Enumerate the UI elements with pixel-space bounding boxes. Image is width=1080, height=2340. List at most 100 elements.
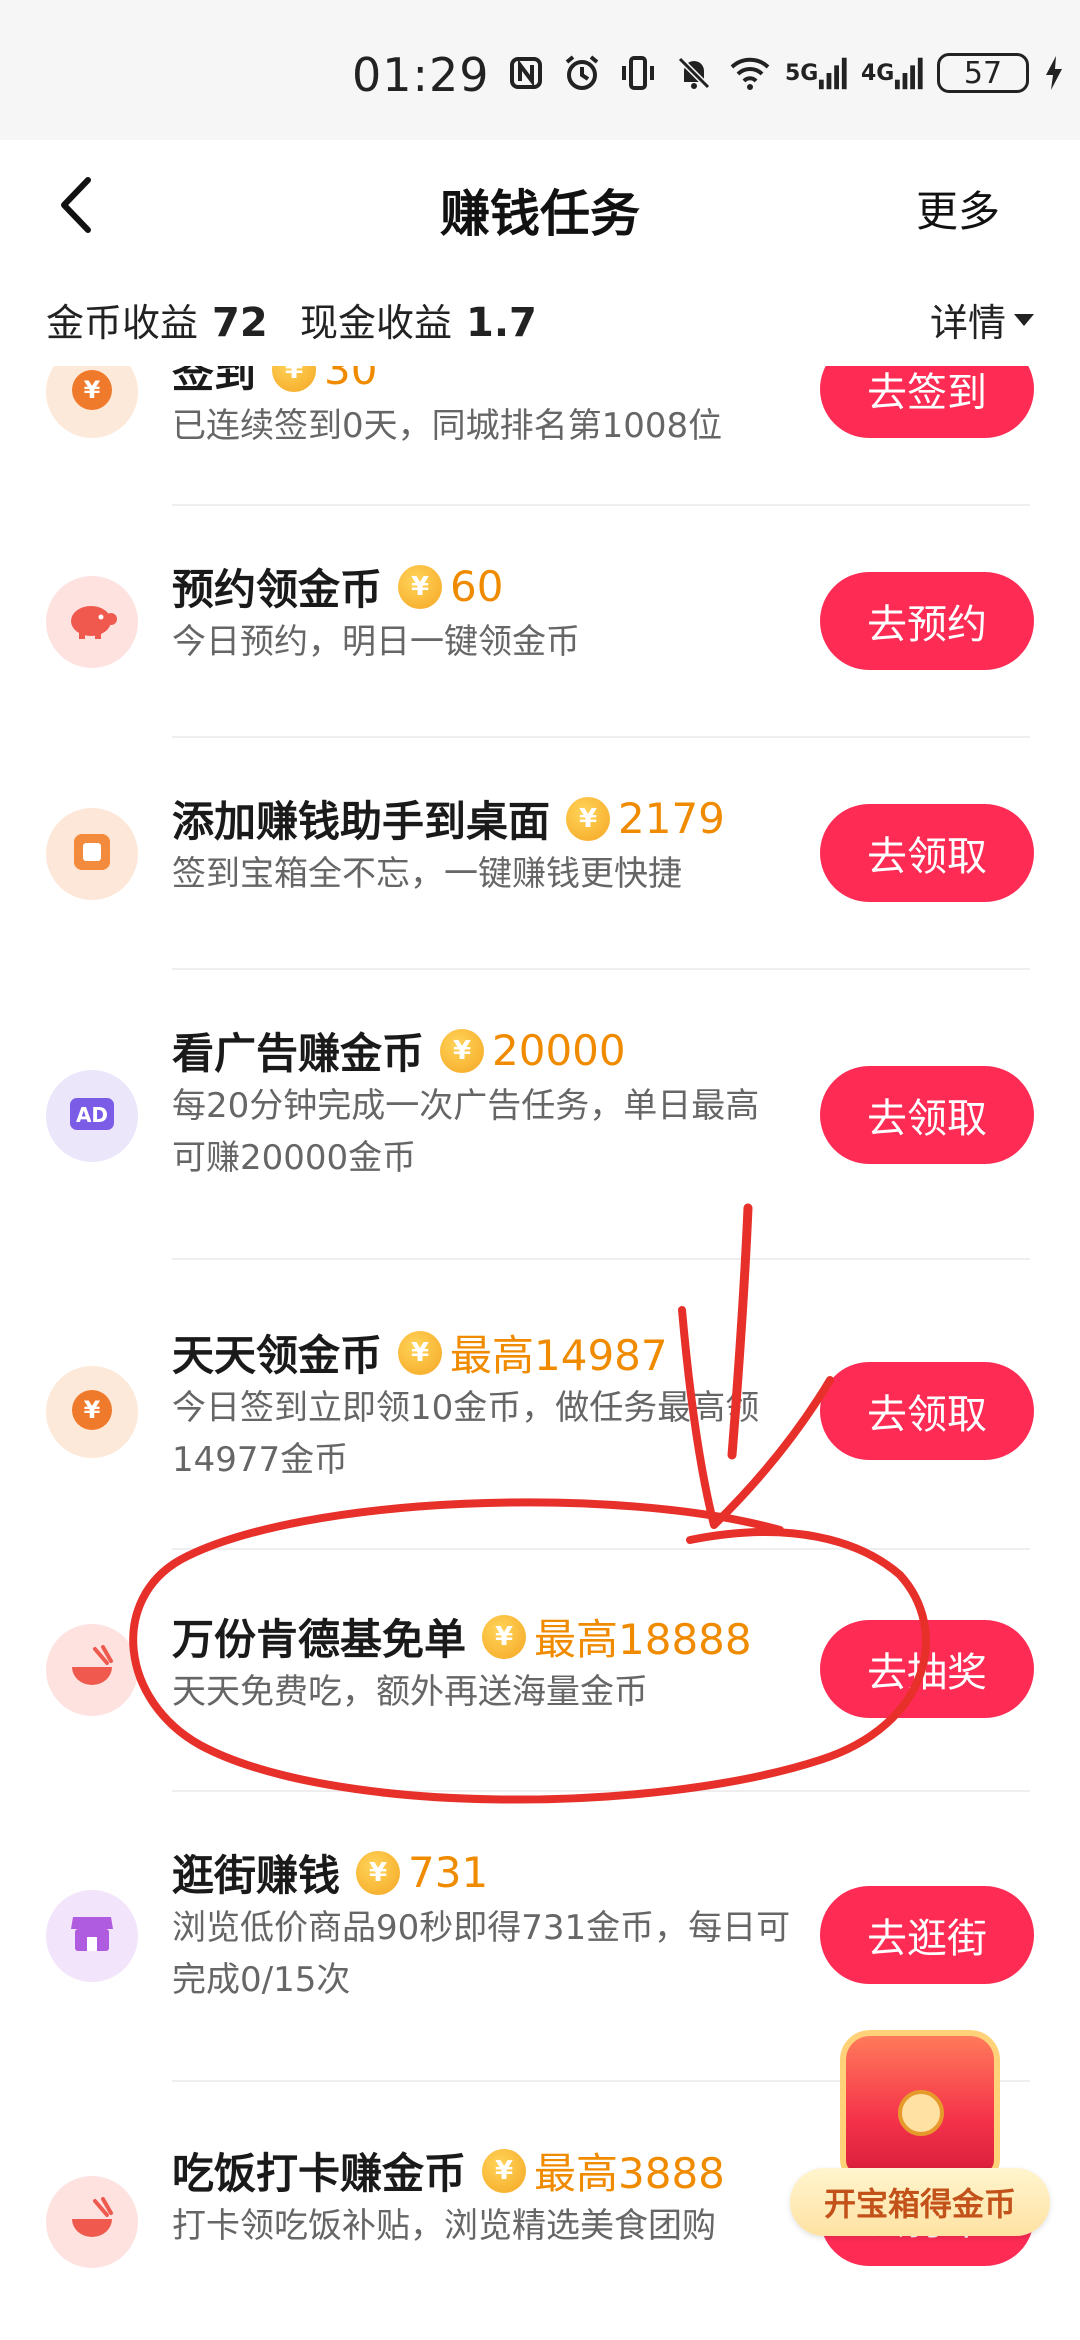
- task-icon: [46, 808, 138, 900]
- gold-coin-icon: ¥: [398, 564, 443, 609]
- task-icon: [46, 1890, 138, 1982]
- cash-earnings-label: 现金收益: [300, 301, 453, 345]
- task-action-button[interactable]: 去领取: [820, 1362, 1034, 1460]
- gold-coin-icon: ¥: [440, 1028, 485, 1073]
- task-row: 万份肯德基免单 ¥ 最高18888 天天免费吃，额外再送海量金币 去抽奖: [0, 1550, 1080, 1792]
- signal-4g-label: 4G: [861, 60, 895, 86]
- task-title-line: 天天领金币 ¥ 最高14987: [172, 1322, 668, 1383]
- mute-icon: [673, 52, 715, 94]
- rice-bowl-icon: [67, 2197, 117, 2247]
- gold-coin-icon: ¥: [272, 366, 317, 392]
- task-title-line: 预约领金币 ¥ 60: [172, 556, 503, 617]
- nfc-icon: [505, 52, 547, 94]
- task-title-line: 万份肯德基免单 ¥ 最高18888: [172, 1606, 752, 1667]
- task-reward: 最高18888: [534, 1615, 752, 1664]
- battery-indicator: 57: [937, 53, 1029, 93]
- coin-earnings: 金币收益 72: [46, 292, 268, 347]
- task-title: 天天领金币: [172, 1331, 383, 1380]
- signal-5g-label: 5G: [785, 60, 819, 86]
- task-row: ¥ 天天领金币 ¥ 最高14987 今日签到立即领10金币，做任务最高领1497…: [0, 1260, 1080, 1550]
- task-row: AD 看广告赚金币 ¥ 20000 每20分钟完成一次广告任务，单日最高可赚20…: [0, 970, 1080, 1260]
- task-row: 添加赚钱助手到桌面 ¥ 2179 签到宝箱全不忘，一键赚钱更快捷 去领取: [0, 738, 1080, 970]
- task-icon: ¥: [46, 366, 138, 438]
- vibrate-icon: [617, 52, 659, 94]
- task-action-button[interactable]: 去逛街: [820, 1886, 1034, 1984]
- desktop-widget-icon: [69, 829, 115, 879]
- task-title-line: 看广告赚金币 ¥ 20000: [172, 1020, 626, 1081]
- task-title-line: 吃饭打卡赚金币 ¥ 最高3888: [172, 2140, 725, 2201]
- task-action-button[interactable]: 去预约: [820, 572, 1034, 670]
- earnings-bar: 金币收益 72 现金收益 1.7 详情: [0, 270, 1080, 366]
- treasure-chest-button[interactable]: 开宝箱得金币: [790, 2030, 1050, 2240]
- more-button[interactable]: 更多: [916, 178, 1000, 239]
- task-action-button[interactable]: 去抽奖: [820, 1620, 1034, 1718]
- task-action-button[interactable]: 去领取: [820, 804, 1034, 902]
- task-title: 万份肯德基免单: [172, 1615, 467, 1664]
- status-bar: 01:29 5G 4G 57: [0, 0, 1080, 140]
- piggy-bank-icon: [65, 597, 119, 647]
- alarm-icon: [561, 52, 603, 94]
- rice-bowl-icon: [67, 1645, 117, 1695]
- task-icon: [46, 576, 138, 668]
- task-description: 浏览低价商品90秒即得731金币，每日可完成0/15次: [172, 1908, 791, 2000]
- gold-coin-icon: ¥: [356, 1850, 401, 1895]
- gold-coin-icon: ¥: [482, 2148, 527, 2193]
- status-icons: 5G 4G 57: [505, 52, 1065, 94]
- task-reward: 20000: [492, 1026, 626, 1075]
- task-reward: 60: [450, 562, 504, 611]
- coin-icon: ¥: [69, 367, 115, 417]
- details-dropdown[interactable]: 详情: [930, 292, 1034, 347]
- task-title-line: 签到 ¥ 30: [172, 366, 377, 400]
- task-title: 签到: [172, 366, 257, 397]
- task-icon: [46, 1624, 138, 1716]
- caret-down-icon: [1014, 313, 1034, 326]
- task-description: 签到宝箱全不忘，一键赚钱更快捷: [172, 854, 682, 894]
- task-reward: 2179: [618, 794, 725, 843]
- task-description: 天天免费吃，额外再送海量金币: [172, 1672, 648, 1712]
- shop-icon: [67, 1911, 117, 1961]
- task-title-line: 添加赚钱助手到桌面 ¥ 2179: [172, 788, 725, 849]
- task-description: 今日预约，明日一键领金币: [172, 622, 580, 662]
- task-reward: 731: [408, 1848, 489, 1897]
- task-icon: ¥: [46, 1366, 138, 1458]
- task-icon: [46, 2176, 138, 2268]
- task-description: 今日签到立即领10金币，做任务最高领14977金币: [172, 1388, 760, 1480]
- svg-text:¥: ¥: [84, 376, 101, 404]
- battery-level: 57: [963, 55, 1003, 91]
- task-title: 看广告赚金币: [172, 1029, 425, 1078]
- task-description: 打卡领吃饭补贴，浏览精选美食团购: [172, 2206, 716, 2246]
- task-description: 已连续签到0天，同城排名第1008位: [172, 406, 723, 446]
- task-reward: 最高14987: [450, 1331, 668, 1380]
- coin-earnings-label: 金币收益: [46, 301, 199, 345]
- task-row: ¥ 签到 ¥ 30 已连续签到0天，同城排名第1008位 去签到: [0, 366, 1080, 506]
- cash-earnings: 现金收益 1.7: [300, 292, 537, 347]
- chest-lock-icon: [898, 2090, 944, 2136]
- signal-5g-icon: 5G: [785, 52, 847, 94]
- coin-icon: ¥: [69, 1387, 115, 1437]
- task-icon: AD: [46, 1070, 138, 1162]
- ad-icon: AD: [67, 1094, 117, 1138]
- svg-text:¥: ¥: [84, 1396, 101, 1424]
- coin-earnings-value: 72: [212, 300, 268, 346]
- treasure-chest-label: 开宝箱得金币: [790, 2168, 1050, 2236]
- gold-coin-icon: ¥: [566, 796, 611, 841]
- task-title: 吃饭打卡赚金币: [172, 2149, 467, 2198]
- task-row: 预约领金币 ¥ 60 今日预约，明日一键领金币 去预约: [0, 506, 1080, 738]
- task-title: 预约领金币: [172, 565, 383, 614]
- task-title-line: 逛街赚钱 ¥ 731: [172, 1842, 488, 1903]
- task-title: 添加赚钱助手到桌面: [172, 797, 551, 846]
- cash-earnings-value: 1.7: [466, 300, 537, 346]
- status-time: 01:29: [352, 48, 490, 102]
- task-description: 每20分钟完成一次广告任务，单日最高可赚20000金币: [172, 1086, 760, 1178]
- gold-coin-icon: ¥: [398, 1330, 443, 1375]
- task-action-button[interactable]: 去领取: [820, 1066, 1034, 1164]
- charging-icon: [1043, 52, 1065, 94]
- svg-text:AD: AD: [76, 1103, 108, 1127]
- task-action-button[interactable]: 去签到: [820, 366, 1034, 438]
- task-reward: 最高3888: [534, 2149, 725, 2198]
- wifi-icon: [729, 52, 771, 94]
- signal-4g-icon: 4G: [861, 52, 923, 94]
- task-title: 逛街赚钱: [172, 1851, 341, 1900]
- details-label: 详情: [929, 301, 1006, 345]
- nav-bar: 赚钱任务 更多: [0, 140, 1080, 270]
